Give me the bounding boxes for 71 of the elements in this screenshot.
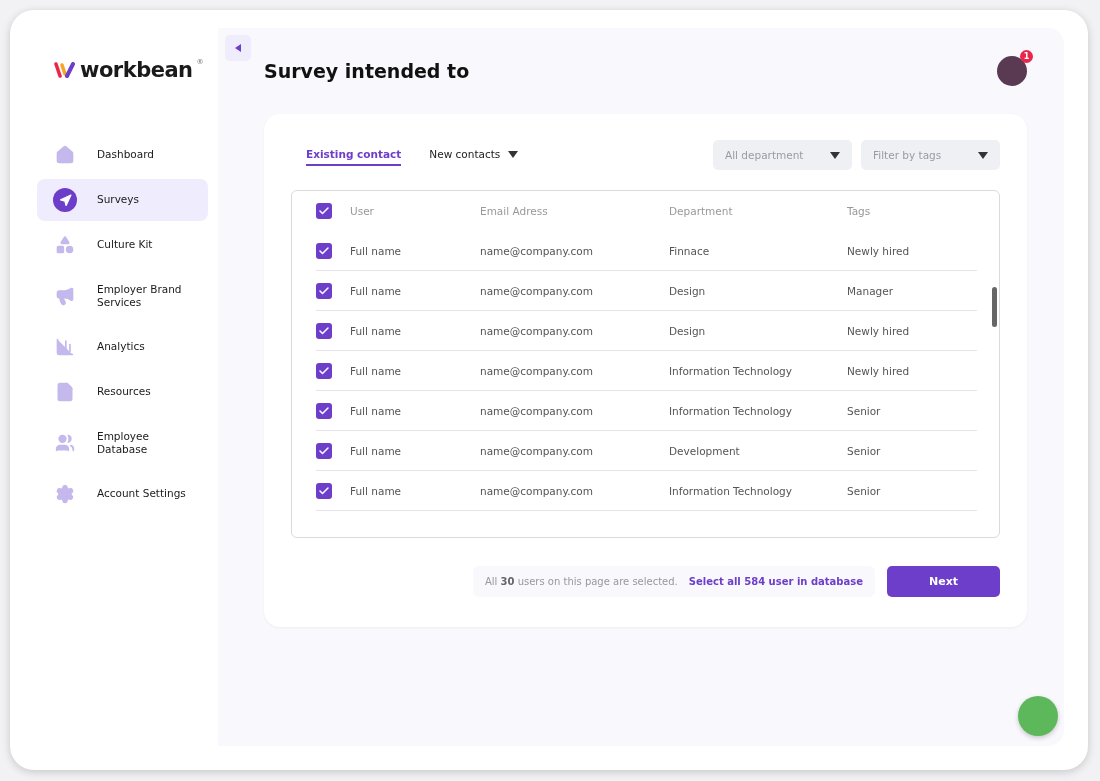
notification-badge: 1	[1020, 50, 1033, 63]
table-cell-text: Senior	[847, 404, 882, 417]
row-checkbox[interactable]	[316, 402, 332, 419]
table-cell-text: name@company.com	[480, 284, 594, 297]
check-icon	[318, 484, 330, 497]
column-header: User	[350, 204, 375, 217]
table-cell-text: Design	[669, 284, 707, 297]
table-cell-text: Senior	[847, 444, 882, 457]
table-cell-text: name@company.com	[480, 324, 594, 337]
tab[interactable]: Existing contact	[306, 144, 402, 166]
caret-icon	[978, 151, 988, 159]
table-cell-text: Full name	[350, 444, 403, 457]
table-cell-text: Full name	[350, 364, 403, 377]
table-cell-text: Information Technology	[669, 404, 793, 417]
next-button[interactable]: Next	[887, 566, 1000, 597]
table-cell-text: name@company.com	[480, 364, 594, 377]
check-icon	[318, 324, 330, 337]
sidebar-item[interactable]: Employer Brand Services	[37, 269, 208, 323]
check-icon	[318, 204, 330, 217]
table-cell-text: Full name	[350, 484, 403, 497]
selection-note: All 30 users on this page are selected.	[484, 576, 678, 587]
column-header: Tags	[847, 204, 872, 217]
row-checkbox[interactable]	[316, 322, 332, 339]
logo-icon	[54, 62, 76, 78]
sidebar-item[interactable]: Analytics	[37, 326, 208, 368]
sidebar-item[interactable]: Surveys	[37, 179, 208, 221]
table-cell-text: Newly hired	[847, 364, 911, 377]
check-icon	[318, 364, 330, 377]
caret-icon	[830, 151, 840, 159]
row-checkbox[interactable]	[316, 242, 332, 259]
table-cell-text: Development	[669, 444, 741, 457]
check-icon	[318, 244, 330, 257]
page-title: Survey intended to	[264, 60, 470, 82]
select-all-link[interactable]: Select all 584 user in database	[688, 576, 863, 587]
sidebar-item[interactable]: Culture Kit	[37, 224, 208, 266]
brand-name: workbean	[80, 58, 193, 82]
sidebar-item[interactable]: Resources	[37, 371, 208, 413]
table-cell-text: Senior	[847, 484, 882, 497]
table-cell-text: Newly hired	[847, 324, 911, 337]
row-checkbox[interactable]	[316, 442, 332, 459]
table-cell-text: Information Technology	[669, 484, 793, 497]
table-cell-text: name@company.com	[480, 444, 594, 457]
back-arrow-icon	[235, 44, 241, 52]
table-cell-text: Full name	[350, 284, 403, 297]
scrollbar-thumb[interactable]	[992, 287, 997, 327]
sidebar-item[interactable]: Dashboard	[37, 134, 208, 176]
table-cell-text: Newly hired	[847, 244, 911, 257]
table-cell-text: name@company.com	[480, 484, 594, 497]
row-checkbox[interactable]	[316, 362, 332, 379]
back-button[interactable]	[225, 35, 251, 61]
column-header: Department	[669, 204, 734, 217]
row-checkbox[interactable]	[316, 282, 332, 299]
table-cell-text: Manager	[847, 284, 895, 297]
table-cell-text: Full name	[350, 404, 403, 417]
table-cell-text: Full name	[350, 244, 403, 257]
check-icon	[318, 444, 330, 457]
send-icon	[53, 188, 77, 212]
table-cell-text: Full name	[350, 324, 403, 337]
table-cell-text: Information Technology	[669, 364, 793, 377]
sidebar-item[interactable]: Account Settings	[37, 473, 208, 515]
table-cell-text: Design	[669, 324, 707, 337]
row-checkbox[interactable]	[316, 482, 332, 499]
table-cell-text: name@company.com	[480, 404, 594, 417]
sidebar-item[interactable]: Employee Database	[37, 416, 208, 470]
tab[interactable]: New contacts	[429, 144, 519, 166]
table-cell-text: name@company.com	[480, 244, 594, 257]
column-header: Email Adress	[480, 204, 549, 217]
table-cell-text: Finnace	[669, 244, 711, 257]
select-all-checkbox[interactable]	[316, 202, 332, 219]
check-icon	[318, 404, 330, 417]
check-icon	[318, 284, 330, 297]
